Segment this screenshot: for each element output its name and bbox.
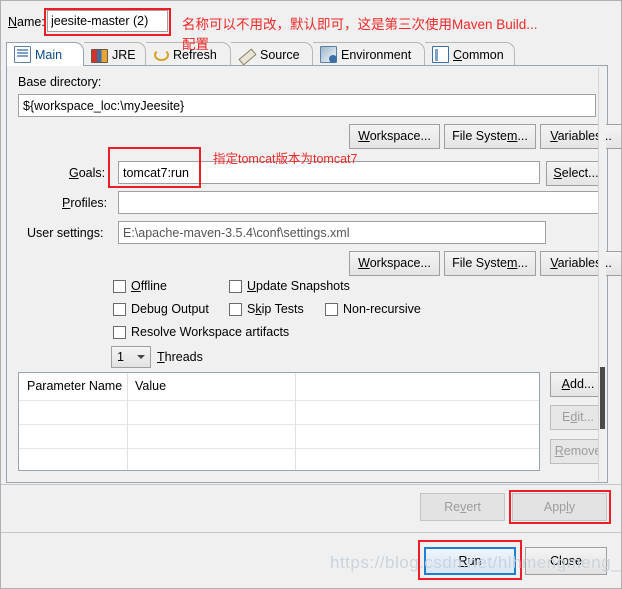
parameters-table[interactable]: Parameter Name Value (18, 372, 540, 471)
threads-value: 1 (117, 350, 124, 364)
tab-common[interactable]: Common (425, 42, 515, 66)
profiles-input[interactable] (118, 191, 606, 214)
maven-build-configuration-dialog: Name: Main JRE Refresh Source Environmen… (0, 0, 622, 589)
tab-jre-label: JRE (112, 47, 136, 62)
checkbox-skip-tests[interactable]: Skip Tests (229, 302, 304, 316)
footer-divider-top (0, 484, 622, 485)
checkbox-debug-output-label: Debug Output (131, 302, 209, 316)
document-icon (14, 46, 31, 63)
goals-input[interactable] (118, 161, 540, 184)
goals-label: Goals: (69, 166, 106, 180)
settings-variables-button[interactable]: Variables... (540, 251, 622, 276)
user-settings-label: User settings: (27, 226, 104, 240)
tab-environment[interactable]: Environment (313, 42, 425, 66)
table-row[interactable] (19, 448, 539, 470)
base-directory-label: Base directory: (18, 75, 102, 89)
checkbox-resolve-workspace-artifacts-box[interactable] (113, 325, 126, 339)
base-directory-input[interactable] (18, 94, 596, 117)
run-button[interactable]: Run (424, 547, 516, 575)
revert-button: Revert (420, 493, 505, 521)
checkbox-update-snapshots[interactable]: Update Snapshots (229, 279, 350, 293)
main-tab-panel: Base directory: Workspace... File System… (6, 65, 622, 483)
common-icon (432, 46, 449, 63)
tab-refresh[interactable]: Refresh (146, 42, 231, 66)
checkbox-non-recursive[interactable]: Non-recursive (325, 302, 421, 316)
checkbox-offline[interactable]: Offline (113, 279, 167, 293)
refresh-icon (154, 49, 169, 61)
base-variables-button[interactable]: Variables... (540, 124, 622, 149)
checkbox-skip-tests-box[interactable] (229, 302, 242, 316)
apply-button: Apply (512, 493, 607, 521)
checkbox-debug-output-box[interactable] (113, 302, 126, 316)
threads-label: Threads (157, 350, 203, 364)
tab-environment-label: Environment (341, 47, 412, 62)
table-column-divider (295, 373, 296, 470)
panel-scrollbar[interactable] (598, 67, 606, 481)
base-workspace-button[interactable]: Workspace... (349, 124, 440, 149)
table-row[interactable] (19, 400, 539, 424)
tab-jre[interactable]: JRE (84, 42, 146, 66)
table-column-extra (295, 373, 539, 400)
checkbox-resolve-workspace-artifacts-label: Resolve Workspace artifacts (131, 325, 290, 339)
settings-workspace-button[interactable]: Workspace... (349, 251, 440, 276)
pencil-icon (238, 47, 257, 66)
name-row: Name: (0, 10, 622, 36)
checkbox-update-snapshots-box[interactable] (229, 279, 242, 293)
checkbox-resolve-workspace-artifacts[interactable]: Resolve Workspace artifacts (113, 325, 289, 339)
chevron-down-icon (137, 355, 145, 359)
tab-refresh-label: Refresh (173, 47, 217, 62)
threads-select[interactable]: 1 (111, 346, 151, 368)
table-column-value: Value (135, 379, 167, 393)
tab-main[interactable]: Main (6, 42, 84, 66)
name-label: Name: (8, 15, 45, 29)
user-settings-input[interactable] (118, 221, 546, 244)
panel-scrollbar-thumb[interactable] (600, 367, 605, 429)
checkbox-non-recursive-box[interactable] (325, 302, 338, 316)
configuration-name-input[interactable] (47, 10, 168, 32)
profiles-label: Profiles: (62, 196, 108, 210)
tab-main-label: Main (35, 47, 63, 62)
base-file-system-button[interactable]: File System... (444, 124, 536, 149)
table-row[interactable] (19, 424, 539, 448)
close-button[interactable]: Close (525, 547, 607, 575)
goals-select-button[interactable]: Select... (546, 161, 606, 186)
checkbox-debug-output[interactable]: Debug Output (113, 302, 209, 316)
checkbox-skip-tests-label: Skip Tests (247, 302, 304, 316)
tab-source[interactable]: Source (231, 42, 313, 66)
settings-file-system-button[interactable]: File System... (444, 251, 536, 276)
tab-common-label: Common (453, 47, 504, 62)
checkbox-offline-box[interactable] (113, 279, 126, 293)
checkbox-update-snapshots-label: Update Snapshots (247, 279, 350, 293)
checkbox-offline-label: Offline (131, 279, 167, 293)
table-column-divider (127, 373, 128, 470)
environment-icon (320, 46, 337, 63)
tab-source-label: Source (260, 47, 300, 62)
footer-divider-bottom (0, 532, 622, 533)
table-header-row: Parameter Name Value (19, 373, 539, 400)
tab-bar: Main JRE Refresh Source Environment Comm… (6, 42, 616, 66)
table-column-parameter-name: Parameter Name (27, 379, 123, 393)
books-icon (91, 48, 108, 63)
checkbox-non-recursive-label: Non-recursive (343, 302, 421, 316)
